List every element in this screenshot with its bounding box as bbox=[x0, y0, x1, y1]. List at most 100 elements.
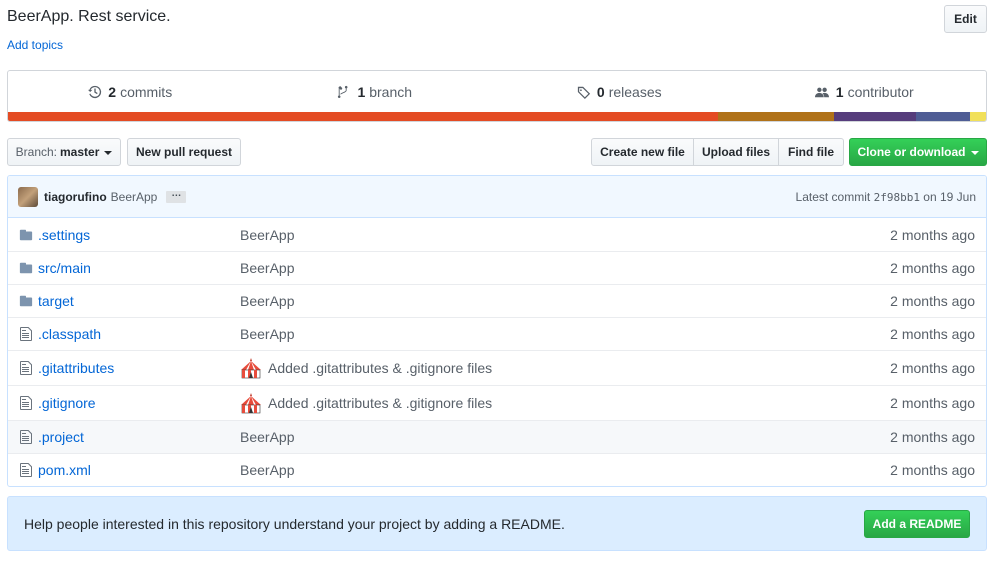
readme-prompt: Help people interested in this repositor… bbox=[7, 496, 987, 551]
releases-label: releases bbox=[608, 83, 662, 100]
file-icon bbox=[18, 429, 34, 445]
find-file-button[interactable]: Find file bbox=[778, 138, 844, 166]
folder-icon bbox=[18, 294, 34, 308]
file-age: 2 months ago bbox=[890, 462, 975, 478]
file-row[interactable]: .project BeerApp 2 months ago bbox=[8, 420, 986, 453]
latest-commit-prefix: Latest commit bbox=[795, 189, 871, 204]
circus-tent-icon bbox=[240, 392, 262, 414]
file-commit-text[interactable]: Added .gitattributes & .gitignore files bbox=[268, 360, 492, 376]
file-commit-message[interactable]: BeerApp bbox=[240, 260, 836, 276]
caret-down-icon bbox=[104, 151, 113, 155]
file-age: 2 months ago bbox=[890, 429, 975, 445]
clone-download-button[interactable]: Clone or download bbox=[849, 138, 987, 166]
file-commit-text[interactable]: BeerApp bbox=[240, 326, 294, 342]
avatar[interactable] bbox=[18, 186, 38, 207]
file-name-link[interactable]: .gitignore bbox=[38, 395, 240, 411]
file-commit-message[interactable]: Added .gitattributes & .gitignore files bbox=[240, 392, 836, 414]
branch-count: 1 bbox=[357, 83, 366, 100]
language-segment[interactable] bbox=[8, 112, 719, 121]
tag-icon bbox=[577, 86, 591, 99]
contributor-label: contributor bbox=[847, 83, 914, 100]
branch-prefix: Branch: bbox=[15, 145, 57, 159]
contributor-count: 1 bbox=[835, 83, 844, 100]
file-row[interactable]: src/main BeerApp 2 months ago bbox=[8, 251, 986, 284]
language-segment[interactable] bbox=[970, 112, 986, 121]
file-commit-text[interactable]: BeerApp bbox=[240, 462, 294, 478]
file-icon bbox=[18, 462, 34, 478]
commits-label: commits bbox=[120, 83, 173, 100]
caret-down-icon bbox=[970, 151, 979, 155]
clone-label: Clone or download bbox=[857, 145, 966, 159]
commit-date: on 19 Jun bbox=[923, 189, 976, 204]
file-age: 2 months ago bbox=[890, 360, 975, 376]
contributor-link[interactable]: 1 contributor bbox=[742, 84, 987, 100]
language-segment[interactable] bbox=[834, 112, 916, 121]
file-name-link[interactable]: .classpath bbox=[38, 326, 240, 342]
file-commit-text[interactable]: BeerApp bbox=[240, 260, 294, 276]
file-age: 2 months ago bbox=[890, 226, 975, 243]
file-commit-message[interactable]: BeerApp bbox=[240, 326, 836, 342]
folder-icon bbox=[18, 261, 34, 275]
file-row[interactable]: .settings BeerApp 2 months ago bbox=[8, 218, 986, 251]
folder-icon bbox=[18, 228, 34, 242]
file-name-link[interactable]: target bbox=[38, 293, 240, 309]
add-topics-link[interactable]: Add topics bbox=[7, 38, 63, 52]
file-commit-message[interactable]: Added .gitattributes & .gitignore files bbox=[240, 357, 836, 379]
branch-select-button[interactable]: Branch: master bbox=[7, 138, 121, 166]
releases-count: 0 bbox=[596, 83, 605, 100]
file-commit-text[interactable]: BeerApp bbox=[240, 293, 294, 309]
file-commit-message[interactable]: BeerApp bbox=[240, 227, 836, 243]
branch-name: master bbox=[60, 145, 100, 159]
latest-commit-info: Latest commit 2f98bb1 on 19 Jun bbox=[796, 190, 976, 204]
file-age: 2 months ago bbox=[890, 260, 975, 276]
file-name-link[interactable]: pom.xml bbox=[38, 462, 240, 478]
releases-link[interactable]: 0 releases bbox=[497, 84, 742, 100]
branch-link[interactable]: 1 branch bbox=[253, 84, 498, 100]
create-new-file-button[interactable]: Create new file bbox=[591, 138, 694, 166]
repo-summary: 2 commits 1 branch 0 releases 1 contribu… bbox=[7, 70, 987, 122]
circus-tent-icon bbox=[240, 357, 262, 379]
people-icon bbox=[814, 87, 829, 97]
file-age: 2 months ago bbox=[890, 326, 975, 342]
file-commit-text[interactable]: BeerApp bbox=[240, 227, 294, 243]
upload-files-button[interactable]: Upload files bbox=[693, 138, 779, 166]
file-age: 2 months ago bbox=[890, 293, 975, 309]
file-table: tiagorufino BeerApp … Latest commit 2f98… bbox=[7, 175, 987, 487]
branch-icon bbox=[338, 85, 348, 98]
file-age: 2 months ago bbox=[890, 395, 975, 411]
file-icon bbox=[18, 360, 34, 376]
language-segment[interactable] bbox=[915, 112, 971, 121]
language-bar[interactable] bbox=[8, 112, 986, 121]
file-name-link[interactable]: src/main bbox=[38, 260, 240, 276]
edit-button[interactable]: Edit bbox=[944, 5, 987, 33]
file-row[interactable]: target BeerApp 2 months ago bbox=[8, 284, 986, 317]
file-commit-message[interactable]: BeerApp bbox=[240, 293, 836, 309]
branch-label: branch bbox=[369, 83, 413, 100]
add-readme-button[interactable]: Add a README bbox=[864, 509, 970, 538]
file-icon bbox=[18, 395, 34, 411]
file-icon bbox=[18, 326, 34, 342]
file-commit-message[interactable]: BeerApp bbox=[240, 462, 836, 478]
file-row[interactable]: .gitattributes Added .gitattributes & .gi… bbox=[8, 350, 986, 385]
language-segment[interactable] bbox=[718, 112, 835, 121]
file-name-link[interactable]: .settings bbox=[38, 227, 240, 243]
commit-message[interactable]: BeerApp bbox=[111, 190, 158, 204]
expand-commit-button[interactable]: … bbox=[166, 188, 187, 203]
file-row[interactable]: .gitignore Added .gitattributes & .gitign… bbox=[8, 385, 986, 420]
file-name-link[interactable]: .project bbox=[38, 429, 240, 445]
file-commit-text[interactable]: BeerApp bbox=[240, 429, 294, 445]
commit-sha[interactable]: 2f98bb1 bbox=[874, 191, 920, 204]
file-row[interactable]: pom.xml BeerApp 2 months ago bbox=[8, 453, 986, 486]
commits-link[interactable]: 2 commits bbox=[8, 84, 253, 100]
history-icon bbox=[88, 85, 102, 98]
file-name-link[interactable]: .gitattributes bbox=[38, 360, 240, 376]
file-commit-text[interactable]: Added .gitattributes & .gitignore files bbox=[268, 395, 492, 411]
repo-description: BeerApp. Rest service. bbox=[7, 8, 171, 25]
latest-commit-bar: tiagorufino BeerApp … Latest commit 2f98… bbox=[8, 176, 986, 218]
commits-count: 2 bbox=[108, 83, 117, 100]
new-pull-request-button[interactable]: New pull request bbox=[127, 138, 241, 166]
file-commit-message[interactable]: BeerApp bbox=[240, 429, 836, 445]
file-row[interactable]: .classpath BeerApp 2 months ago bbox=[8, 317, 986, 350]
readme-text: Help people interested in this repositor… bbox=[24, 515, 565, 532]
commit-author[interactable]: tiagorufino bbox=[44, 190, 107, 204]
